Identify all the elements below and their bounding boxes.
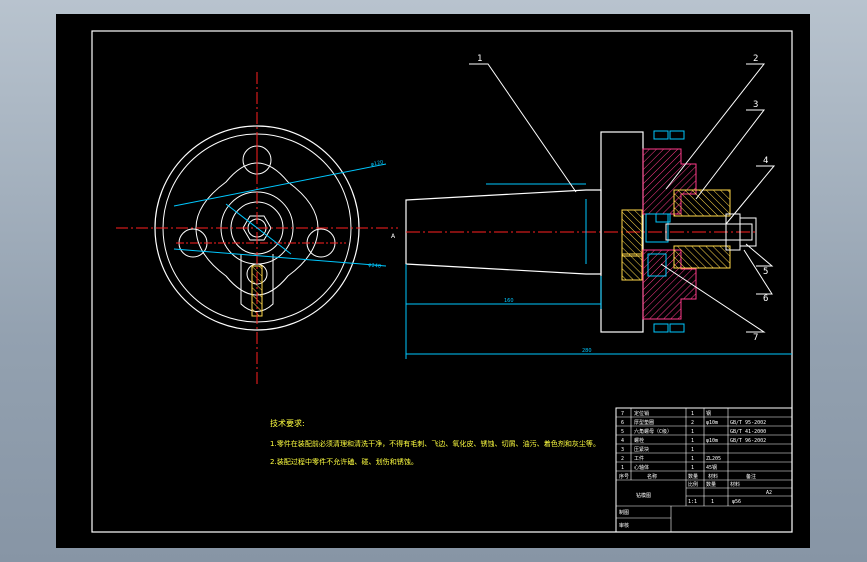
title-material-value: φ56: [732, 499, 741, 505]
bom-row-material: 45钢: [706, 464, 717, 471]
bom-row-name: 定位销: [634, 410, 649, 417]
title-drawn-label: 制图: [619, 509, 629, 516]
bom-row-no: 5: [621, 429, 624, 435]
bom-row-no: 6: [621, 420, 624, 426]
bom-row-qty: 1: [691, 465, 694, 471]
svg-text:A: A: [391, 233, 396, 240]
balloon-5: 5: [763, 267, 768, 277]
section-view: 160 280: [405, 130, 792, 359]
bom-row-name: 六角螺母（C级）: [634, 428, 672, 435]
title-quantity-value: 1: [711, 499, 714, 505]
drawing-sheet: φ120 φ140 A 160 280 1 2 3 4 5 6 7 技术要求: …: [56, 14, 810, 548]
title-checked-label: 审核: [619, 522, 629, 529]
bom-header-qty: 数量: [688, 473, 698, 480]
svg-text:φ120: φ120: [370, 159, 384, 168]
balloon-7: 7: [753, 333, 758, 343]
bill-of-materials: 7 定位销 1 钢 6 厚型垫圈 2 φ10m GB/T 95-2002 5 六角螺母（C级） 1 GB…: [615, 407, 793, 533]
bom-row-name: 工件: [634, 455, 644, 462]
title-sheet-no: A2: [766, 490, 772, 496]
title-scale-label: 比例: [688, 481, 698, 488]
technical-requirements: 技术要求: 1.零件在装配前必须清理和清洗干净，不得有毛刺、飞边、氧化皮、锈蚀、…: [270, 418, 600, 466]
bom-row-material: 钢: [706, 410, 711, 417]
bom-row-qty: 1: [691, 447, 694, 453]
bom-row-name: 螺栓: [634, 437, 644, 444]
bom-row-material: φ10m: [706, 420, 718, 426]
bom-row-qty: 1: [691, 411, 694, 417]
balloon-4: 4: [763, 156, 768, 166]
cad-drawing: φ120 φ140 A 160 280 1 2 3 4 5 6 7 技术要求: …: [91, 30, 793, 533]
bom-row-remark: GB/T 41-2000: [730, 429, 766, 435]
title-material-label: 材料: [730, 481, 740, 488]
bom-row-no: 2: [621, 456, 624, 462]
bom-row-qty: 1: [691, 429, 694, 435]
bom-header-no: 序号: [619, 473, 629, 480]
bom-header-material: 材料: [708, 473, 718, 480]
balloon-3: 3: [753, 100, 758, 110]
svg-text:280: 280: [582, 348, 592, 354]
bom-row-qty: 1: [691, 438, 694, 444]
bom-row-qty: 2: [691, 420, 694, 426]
svg-text:160: 160: [504, 298, 514, 304]
bom-row-remark: GB/T 95-2002: [730, 420, 766, 426]
end-view: φ120 φ140 A: [116, 72, 398, 386]
bom-row-no: 4: [621, 438, 624, 444]
balloon-2: 2: [753, 54, 758, 64]
balloon-6: 6: [763, 294, 768, 304]
bom-row-name: 厚型垫圈: [634, 419, 654, 426]
bom-row-name: 心轴体: [634, 464, 649, 471]
title-quantity-label: 数量: [706, 481, 716, 488]
title-scale-value: 1:1: [688, 499, 697, 505]
balloon-1: 1: [477, 54, 482, 64]
title-drawing-name: 钻模图: [636, 492, 651, 499]
bom-row-material: ZL205: [706, 456, 721, 462]
bom-header-remark: 备注: [746, 473, 756, 480]
bom-header-name: 名称: [647, 473, 657, 480]
tech-item-1: 1.零件在装配前必须清理和清洗干净，不得有毛刺、飞边、氧化皮、锈蚀、切屑、油污、…: [270, 439, 600, 448]
tech-item-2: 2.装配过程中零件不允许磕、碰、划伤和锈蚀。: [270, 457, 418, 466]
bom-row-no: 1: [621, 465, 624, 471]
tech-title: 技术要求:: [270, 418, 305, 428]
bom-row-material: φ10m: [706, 438, 718, 444]
bom-row-no: 3: [621, 447, 624, 453]
svg-text:φ140: φ140: [368, 262, 382, 270]
bom-row-no: 7: [621, 411, 624, 417]
bom-row-qty: 1: [691, 456, 694, 462]
bom-row-remark: GB/T 96-2002: [730, 438, 766, 444]
bom-row-name: 压紧块: [634, 446, 649, 453]
